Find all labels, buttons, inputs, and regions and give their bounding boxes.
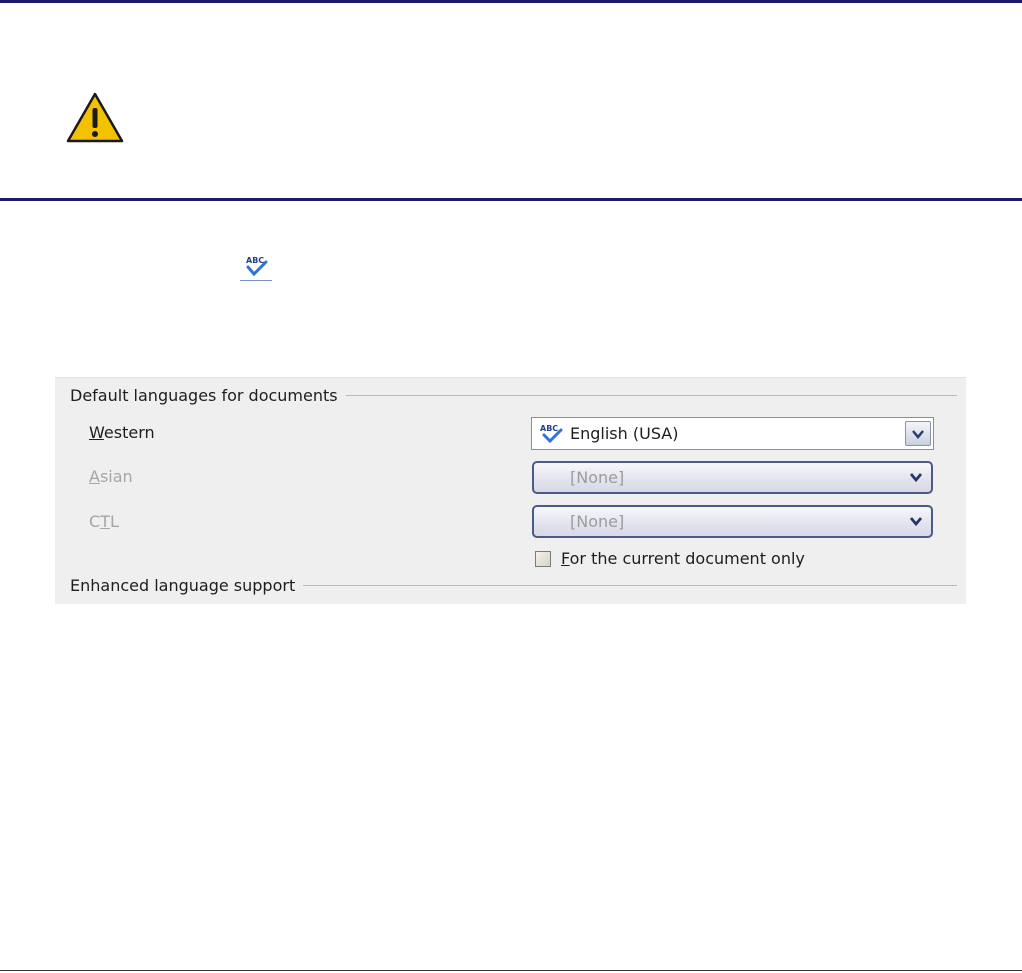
chevron-down-icon — [909, 473, 923, 483]
default-languages-heading: Default languages for documents — [70, 386, 957, 405]
chevron-down-icon — [912, 429, 924, 439]
western-label: Western — [89, 423, 155, 442]
language-settings-panel: Default languages for documents Western … — [55, 377, 966, 604]
western-language-select[interactable]: ABC English (USA) — [531, 417, 934, 450]
svg-text:ABC: ABC — [246, 256, 264, 265]
dropdown-button[interactable] — [905, 421, 931, 446]
ctl-language-select[interactable]: [None] — [532, 505, 933, 538]
western-language-value: English (USA) — [570, 424, 679, 443]
enhanced-language-heading: Enhanced language support — [70, 576, 957, 595]
current-document-only-option[interactable]: For the current document only — [535, 549, 805, 568]
spelling-check-icon: ABC — [540, 424, 563, 443]
heading-separator — [303, 585, 957, 586]
ctl-label: CTL — [89, 512, 119, 531]
current-document-only-checkbox[interactable] — [535, 550, 551, 567]
chevron-down-icon — [909, 517, 923, 527]
spelling-check-icon: ABC — [240, 256, 272, 281]
bottom-rule — [0, 970, 1022, 971]
asian-label: Asian — [89, 467, 133, 486]
ctl-language-value: [None] — [570, 512, 625, 531]
section-rule — [0, 198, 1022, 201]
heading-separator — [345, 395, 957, 396]
current-document-only-label: For the current document only — [561, 549, 805, 568]
top-rule — [0, 0, 1022, 3]
svg-text:ABC: ABC — [540, 424, 558, 433]
asian-language-value: [None] — [570, 468, 625, 487]
asian-language-select[interactable]: [None] — [532, 461, 933, 494]
warning-icon — [66, 92, 124, 143]
